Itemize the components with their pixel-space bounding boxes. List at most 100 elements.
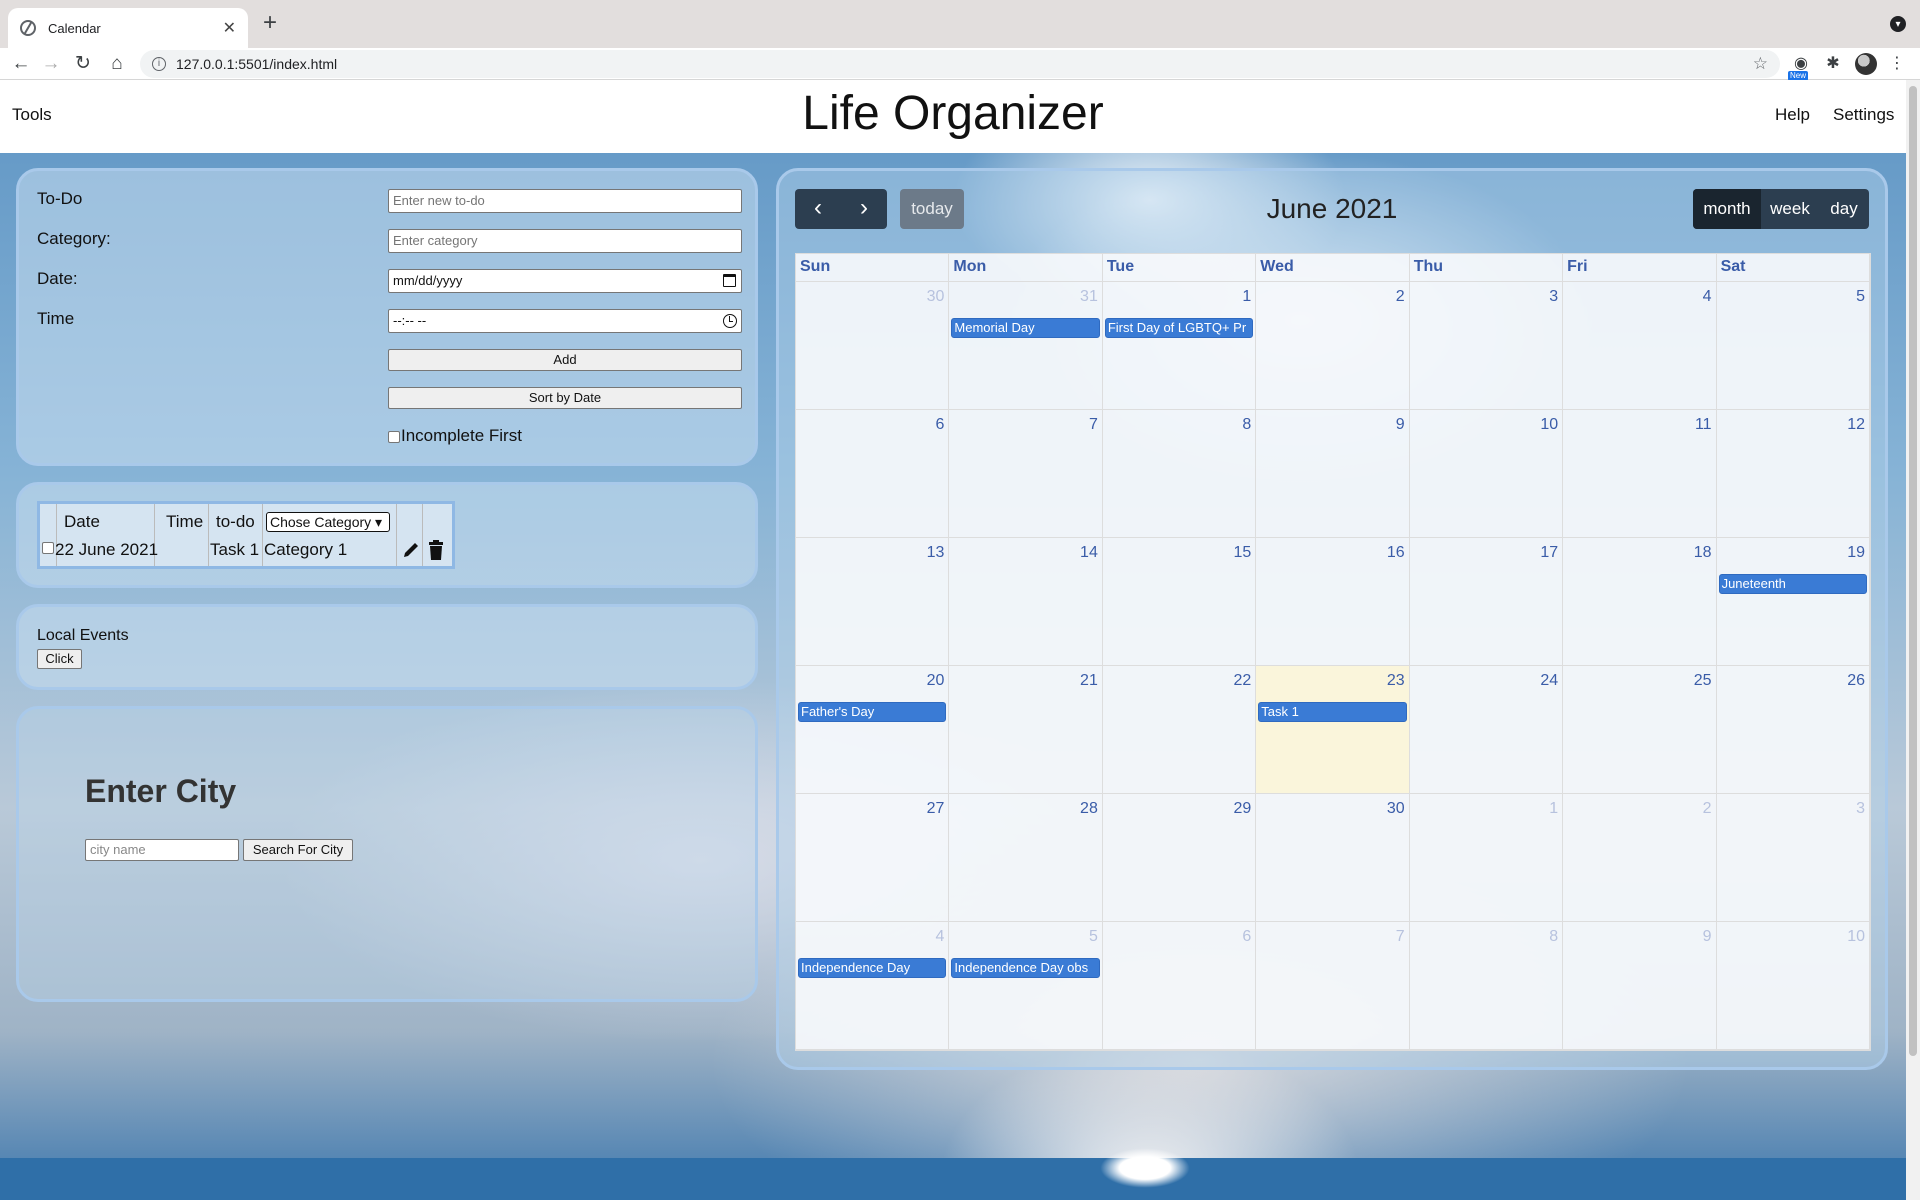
calendar-day-cell[interactable]: 30 xyxy=(1256,794,1410,922)
day-number[interactable]: 18 xyxy=(1694,544,1712,562)
day-number[interactable]: 9 xyxy=(1396,416,1405,434)
tab-search-icon[interactable]: ▾ xyxy=(1890,16,1906,32)
calendar-icon[interactable] xyxy=(723,274,736,287)
calendar-day-cell[interactable]: 29 xyxy=(1102,794,1257,922)
calendar-day-cell[interactable]: 7 xyxy=(1256,922,1410,1050)
day-number[interactable]: 9 xyxy=(1703,928,1712,946)
calendar-day-cell[interactable]: 5 Independence Day obs xyxy=(949,922,1103,1050)
help-link[interactable]: Help xyxy=(1775,105,1810,125)
scrollbar-thumb[interactable] xyxy=(1909,86,1917,1056)
day-number[interactable]: 8 xyxy=(1549,928,1558,946)
calendar-day-cell[interactable]: 9 xyxy=(1563,922,1717,1050)
info-icon[interactable]: i xyxy=(152,57,166,71)
calendar-day-cell[interactable]: 1 First Day of LGBTQ+ Pr xyxy=(1102,282,1257,410)
date-input[interactable]: mm/dd/yyyy xyxy=(388,269,742,293)
day-number[interactable]: 23 xyxy=(1387,672,1405,690)
day-number[interactable]: 27 xyxy=(927,800,945,818)
calendar-day-cell[interactable]: 10 xyxy=(1409,410,1564,538)
browser-tab[interactable]: Calendar ✕ xyxy=(8,8,248,48)
todo-input[interactable]: Enter new to-do xyxy=(388,189,742,213)
day-number[interactable]: 10 xyxy=(1540,416,1558,434)
day-number[interactable]: 17 xyxy=(1540,544,1558,562)
day-number[interactable]: 1 xyxy=(1242,288,1251,306)
calendar-day-cell[interactable]: 21 xyxy=(949,666,1103,794)
day-number[interactable]: 22 xyxy=(1233,672,1251,690)
calendar-event[interactable]: Juneteenth xyxy=(1718,574,1867,594)
search-city-button[interactable]: Search For City xyxy=(243,839,353,861)
day-number[interactable]: 8 xyxy=(1242,416,1251,434)
day-number[interactable]: 2 xyxy=(1703,800,1712,818)
day-number[interactable]: 3 xyxy=(1549,288,1558,306)
bookmark-star-icon[interactable]: ☆ xyxy=(1753,54,1768,74)
day-number[interactable]: 31 xyxy=(1080,288,1098,306)
calendar-day-cell[interactable]: 12 xyxy=(1716,410,1870,538)
calendar-event[interactable]: Memorial Day xyxy=(951,318,1100,338)
new-tab-icon[interactable]: + xyxy=(258,11,282,36)
more-menu-icon[interactable]: ⋮ xyxy=(1886,53,1908,75)
calendar-day-cell[interactable]: 27 xyxy=(796,794,950,922)
day-number[interactable]: 30 xyxy=(927,288,945,306)
day-number[interactable]: 24 xyxy=(1540,672,1558,690)
calendar-day-cell[interactable]: 16 xyxy=(1256,538,1410,666)
calendar-event[interactable]: First Day of LGBTQ+ Pr xyxy=(1104,318,1254,338)
calendar-day-cell[interactable]: 10 xyxy=(1716,922,1870,1050)
clock-icon[interactable] xyxy=(723,314,737,328)
pencil-icon[interactable] xyxy=(401,540,421,560)
day-number[interactable]: 25 xyxy=(1694,672,1712,690)
day-number[interactable]: 13 xyxy=(927,544,945,562)
calendar-day-cell[interactable]: 26 xyxy=(1716,666,1870,794)
address-bar[interactable]: i 127.0.0.1:5501/index.html ☆ xyxy=(140,50,1780,78)
calendar-day-cell[interactable]: 7 xyxy=(949,410,1103,538)
calendar-day-cell[interactable]: 3 xyxy=(1409,282,1564,410)
category-filter-select[interactable]: Chose Category ▾ xyxy=(266,512,390,532)
day-number[interactable]: 14 xyxy=(1080,544,1098,562)
day-number[interactable]: 30 xyxy=(1387,800,1405,818)
reload-icon[interactable]: ↻ xyxy=(70,51,96,77)
calendar-day-cell[interactable]: 24 xyxy=(1409,666,1564,794)
back-icon[interactable]: ← xyxy=(8,51,34,77)
local-events-button[interactable]: Click xyxy=(37,649,82,669)
calendar-day-cell[interactable]: 4 xyxy=(1563,282,1717,410)
sort-by-date-button[interactable]: Sort by Date xyxy=(388,387,742,409)
day-number[interactable]: 4 xyxy=(1703,288,1712,306)
category-input[interactable]: Enter category xyxy=(388,229,742,253)
day-number[interactable]: 6 xyxy=(936,416,945,434)
day-number[interactable]: 7 xyxy=(1089,416,1098,434)
calendar-day-cell[interactable]: 8 xyxy=(1102,410,1257,538)
calendar-day-cell[interactable]: 25 xyxy=(1563,666,1717,794)
day-number[interactable]: 6 xyxy=(1242,928,1251,946)
calendar-event[interactable]: Independence Day obs xyxy=(951,958,1100,978)
day-number[interactable]: 20 xyxy=(927,672,945,690)
incomplete-first-checkbox[interactable] xyxy=(388,431,400,443)
day-number[interactable]: 1 xyxy=(1549,800,1558,818)
calendar-day-cell[interactable]: 23 Task 1 xyxy=(1256,666,1410,794)
calendar-day-cell[interactable]: 31 Memorial Day xyxy=(949,282,1103,410)
calendar-day-cell[interactable]: 13 xyxy=(796,538,950,666)
calendar-day-cell[interactable]: 15 xyxy=(1102,538,1257,666)
day-number[interactable]: 19 xyxy=(1847,544,1865,562)
day-number[interactable]: 7 xyxy=(1396,928,1405,946)
day-number[interactable]: 15 xyxy=(1233,544,1251,562)
calendar-day-cell[interactable]: 22 xyxy=(1102,666,1257,794)
extension-icon[interactable]: ◉ New xyxy=(1788,53,1812,81)
day-number[interactable]: 11 xyxy=(1695,416,1712,434)
day-number[interactable]: 3 xyxy=(1856,800,1865,818)
calendar-day-cell[interactable]: 18 xyxy=(1563,538,1717,666)
day-number[interactable]: 12 xyxy=(1847,416,1865,434)
day-number[interactable]: 2 xyxy=(1396,288,1405,306)
forward-icon[interactable]: → xyxy=(38,51,64,77)
day-number[interactable]: 26 xyxy=(1847,672,1865,690)
view-week-button[interactable]: week xyxy=(1761,189,1819,229)
puzzle-icon[interactable]: ✱ xyxy=(1822,53,1844,75)
calendar-day-cell[interactable]: 8 xyxy=(1409,922,1564,1050)
calendar-day-cell[interactable]: 4 Independence Day xyxy=(796,922,950,1050)
calendar-day-cell[interactable]: 11 xyxy=(1563,410,1717,538)
day-number[interactable]: 16 xyxy=(1387,544,1405,562)
calendar-day-cell[interactable]: 3 xyxy=(1716,794,1870,922)
calendar-event[interactable]: Independence Day xyxy=(798,958,947,978)
calendar-day-cell[interactable]: 30 xyxy=(796,282,950,410)
settings-link[interactable]: Settings xyxy=(1833,105,1894,125)
calendar-day-cell[interactable]: 17 xyxy=(1409,538,1564,666)
view-day-button[interactable]: day xyxy=(1819,189,1869,229)
city-input[interactable]: city name xyxy=(85,839,239,861)
